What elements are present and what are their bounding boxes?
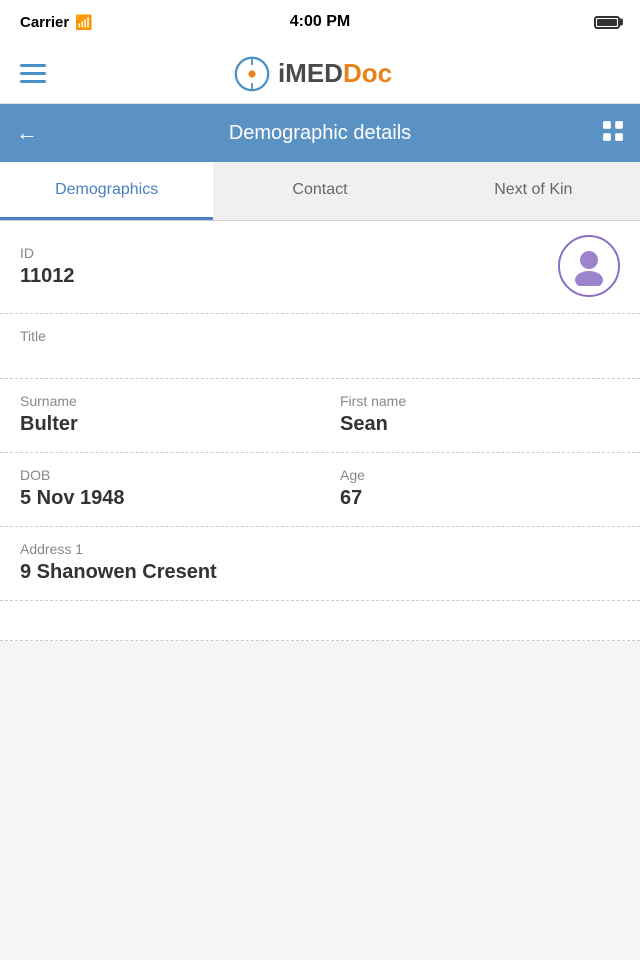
grid-icon bbox=[602, 120, 624, 142]
id-field: ID 11012 bbox=[20, 245, 75, 288]
carrier-label: Carrier bbox=[20, 14, 69, 31]
wifi-icon: 📶 bbox=[75, 14, 92, 31]
surname-field: Surname Bulter bbox=[0, 379, 320, 452]
tab-next-of-kin[interactable]: Next of Kin bbox=[427, 162, 640, 220]
address2-row bbox=[0, 601, 640, 641]
logo-text: iMEDDoc bbox=[278, 58, 392, 89]
surname-value: Bulter bbox=[20, 413, 300, 436]
page-title: Demographic details bbox=[229, 122, 411, 145]
nav-header: iMEDDoc bbox=[0, 44, 640, 104]
logo-imed: iMED bbox=[278, 58, 343, 88]
name-row: Surname Bulter First name Sean bbox=[0, 379, 640, 453]
age-value: 67 bbox=[340, 487, 620, 510]
back-button[interactable]: ← bbox=[16, 120, 38, 146]
status-time: 4:00 PM bbox=[290, 13, 350, 31]
status-bar-right bbox=[594, 16, 620, 29]
status-bar: Carrier 📶 4:00 PM bbox=[0, 0, 640, 44]
logo-doc: Doc bbox=[343, 58, 392, 88]
dob-row: DOB 5 Nov 1948 Age 67 bbox=[0, 453, 640, 527]
age-label: Age bbox=[340, 467, 620, 483]
title-label: Title bbox=[20, 328, 620, 344]
dob-field: DOB 5 Nov 1948 bbox=[0, 453, 320, 526]
tab-bar: Demographics Contact Next of Kin bbox=[0, 162, 640, 221]
demographics-content: ID 11012 Title Surname Bulter First name… bbox=[0, 221, 640, 641]
address1-value: 9 Shanowen Cresent bbox=[20, 561, 620, 584]
firstname-value: Sean bbox=[340, 413, 620, 436]
tab-contact[interactable]: Contact bbox=[213, 162, 426, 220]
grid-view-button[interactable] bbox=[602, 120, 624, 147]
id-row: ID 11012 bbox=[0, 221, 640, 314]
dob-label: DOB bbox=[20, 467, 300, 483]
id-value: 11012 bbox=[20, 265, 75, 288]
status-bar-left: Carrier 📶 bbox=[20, 14, 93, 31]
surname-label: Surname bbox=[20, 393, 300, 409]
page-header: ← Demographic details bbox=[0, 104, 640, 162]
avatar bbox=[558, 235, 620, 297]
firstname-field: First name Sean bbox=[320, 379, 640, 452]
tab-demographics[interactable]: Demographics bbox=[0, 162, 213, 220]
address1-row: Address 1 9 Shanowen Cresent bbox=[0, 527, 640, 601]
firstname-label: First name bbox=[340, 393, 620, 409]
address1-label: Address 1 bbox=[20, 541, 620, 557]
avatar-icon bbox=[569, 246, 609, 286]
battery-icon bbox=[594, 16, 620, 29]
age-field: Age 67 bbox=[320, 453, 640, 526]
app-logo: iMEDDoc bbox=[234, 56, 392, 92]
dob-value: 5 Nov 1948 bbox=[20, 487, 300, 510]
logo-icon bbox=[234, 56, 270, 92]
hamburger-menu-button[interactable] bbox=[20, 64, 46, 83]
id-label: ID bbox=[20, 245, 75, 261]
title-row: Title bbox=[0, 314, 640, 379]
